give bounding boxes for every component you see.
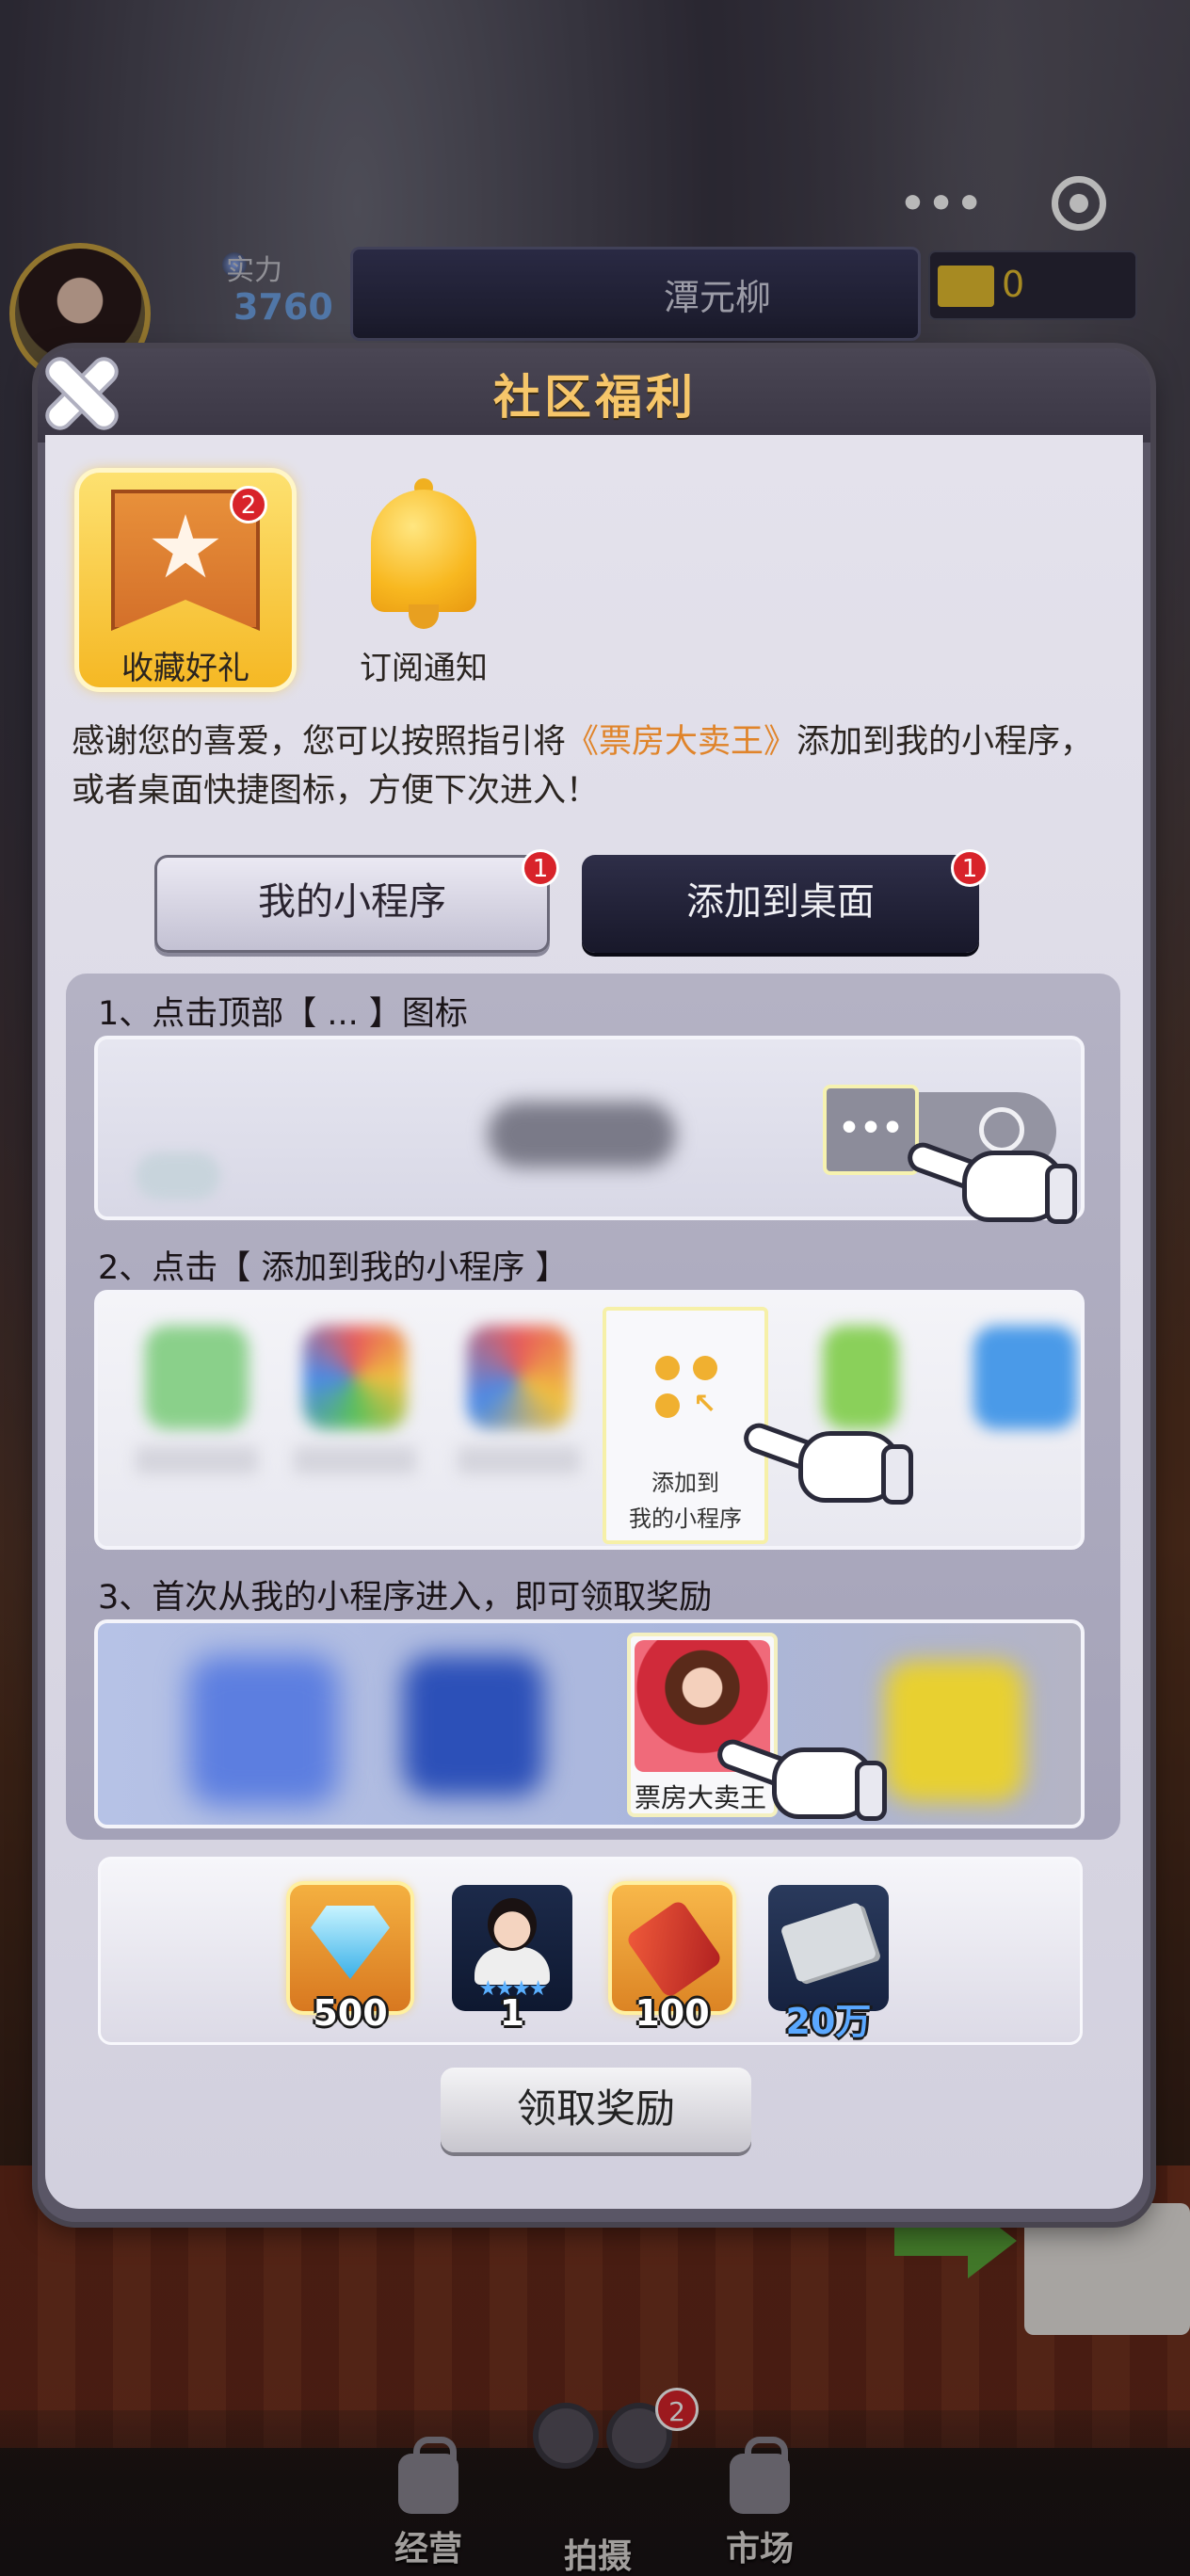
rewards-row xyxy=(98,1857,1083,2045)
bell-clapper xyxy=(409,604,439,629)
step-1-text: 1、点击顶部【 ... 】图标 xyxy=(98,995,468,1033)
blurred-app-icon xyxy=(973,1326,1077,1429)
mini-program-add-icon: ↖ xyxy=(655,1356,723,1424)
add-to-desktop-button[interactable]: 添加到桌面 1 xyxy=(582,849,989,953)
option-line-2: 我的小程序 xyxy=(629,1505,742,1532)
reward-money-value: 20万 xyxy=(785,2001,872,2042)
blurred-label xyxy=(458,1446,580,1474)
add-to-desktop-label: 添加到桌面 xyxy=(686,880,875,924)
intro-text: 感谢您的喜爱，您可以按照指引将《票房大卖王》添加到我的小程序，或者桌面快捷图标，… xyxy=(72,717,1117,815)
blurred-element xyxy=(136,1152,220,1199)
my-mini-program-button[interactable]: 我的小程序 1 xyxy=(154,849,559,953)
pointing-hand-icon xyxy=(903,1122,1077,1235)
tab-subscribe-label: 订阅通知 xyxy=(360,650,488,687)
blurred-app-icon xyxy=(885,1661,1024,1802)
blurred-label xyxy=(294,1446,416,1474)
blurred-app-icon xyxy=(403,1655,544,1796)
blurred-app-icon xyxy=(145,1326,249,1429)
pointing-hand-icon xyxy=(713,1719,887,1832)
dots-highlight: ••• xyxy=(823,1085,919,1175)
tab-badge: 2 xyxy=(230,486,267,523)
tab-favorite-label: 收藏好礼 xyxy=(121,650,249,687)
close-button[interactable] xyxy=(36,348,126,439)
blurred-element xyxy=(488,1102,676,1167)
blurred-app-icon xyxy=(467,1326,571,1429)
intro-pre: 感谢您的喜爱，您可以按照指引将 xyxy=(72,723,567,761)
tab-subscribe[interactable]: 订阅通知 xyxy=(330,473,518,687)
step-2-text: 2、点击【 添加到我的小程序 】 xyxy=(98,1249,569,1287)
step-3-text: 3、首次从我的小程序进入，即可领取奖励 xyxy=(98,1579,713,1617)
bell-icon xyxy=(371,490,476,612)
pointing-hand-icon xyxy=(739,1403,913,1516)
blurred-label xyxy=(136,1446,258,1474)
blurred-app-icon xyxy=(188,1655,339,1806)
my-mini-program-label: 我的小程序 xyxy=(258,880,446,924)
claim-reward-button[interactable]: 领取奖励 xyxy=(441,2068,751,2152)
panel-title: 社区福利 xyxy=(493,370,697,425)
tab-favorite-gift[interactable]: 2 收藏好礼 xyxy=(79,473,292,687)
reward-rocket-value: 100 xyxy=(635,1992,710,2034)
reward-diamond-value: 500 xyxy=(313,1992,388,2034)
add-to-mini-program-text: 添加到 我的小程序 xyxy=(606,1465,764,1537)
option-line-1: 添加到 xyxy=(651,1470,719,1496)
blurred-app-icon xyxy=(303,1326,407,1429)
game-name-highlight: 《票房大卖王》 xyxy=(566,723,797,761)
button-badge: 1 xyxy=(951,849,989,887)
reward-character-value: 1 xyxy=(499,1992,525,2034)
step-2-illustration: ↖ 添加到 我的小程序 xyxy=(94,1290,1085,1550)
button-badge: 1 xyxy=(522,849,559,887)
step-3-illustration: 票房大卖王 xyxy=(94,1619,1085,1828)
